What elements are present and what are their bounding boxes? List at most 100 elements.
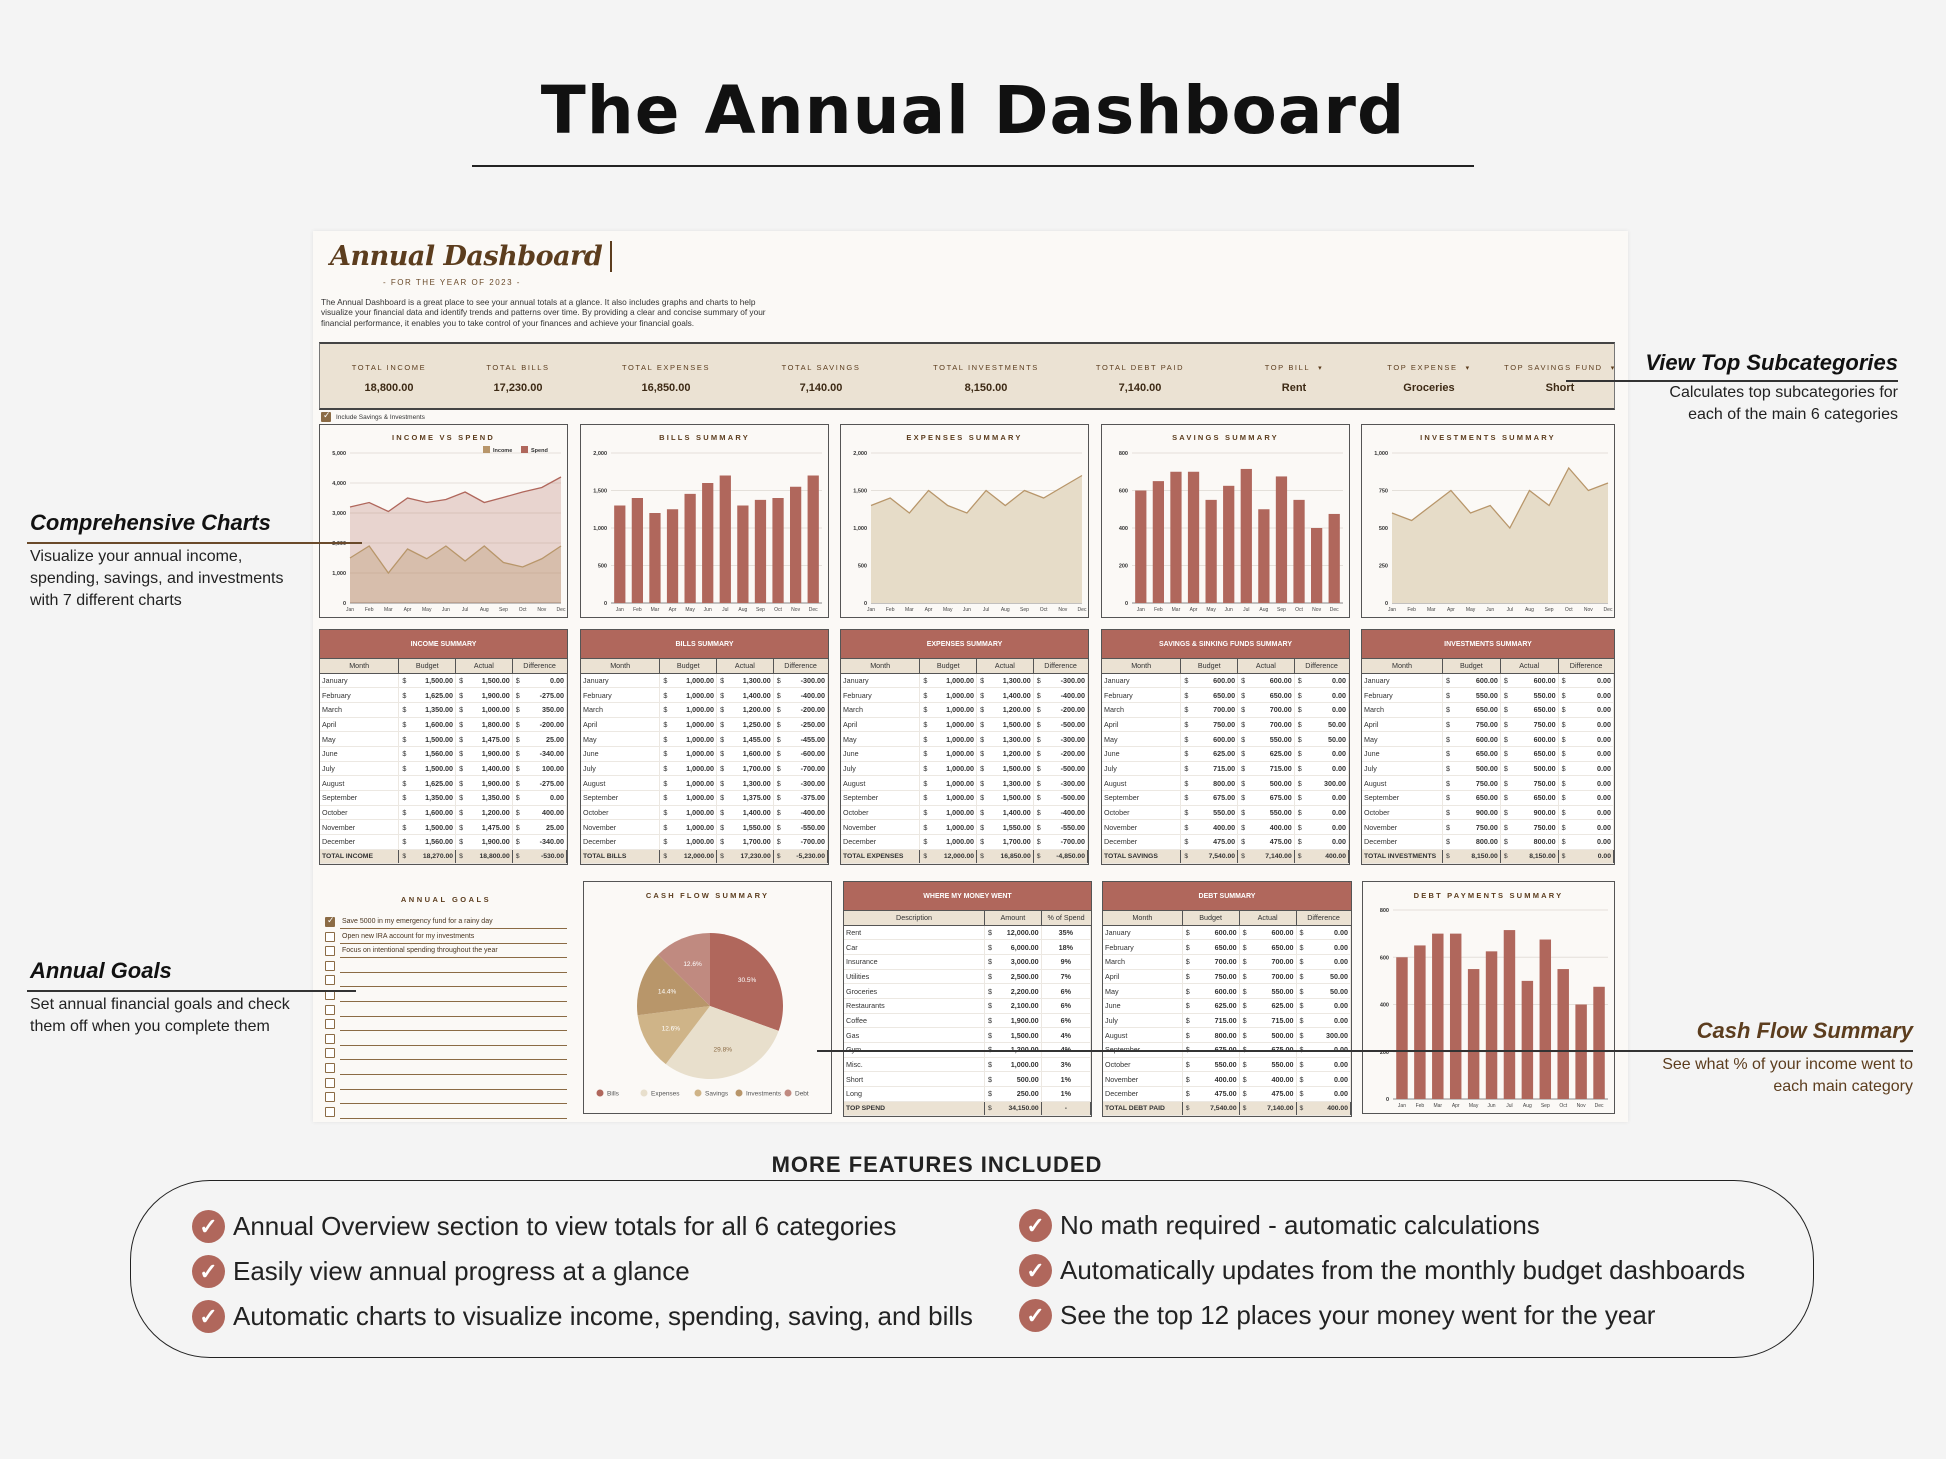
goal-item[interactable]: Focus on intentional spending throughout… — [325, 944, 567, 959]
column-header: Month — [1362, 659, 1443, 674]
goal-text-field[interactable] — [340, 1077, 567, 1090]
currency-symbol: $ — [1297, 690, 1302, 700]
goal-checkbox[interactable] — [325, 931, 335, 942]
currency-symbol: $ — [720, 734, 725, 744]
table-row: February $1,625.00 $1,900.00 $ -275.00 — [320, 687, 568, 703]
amount: 1,000.00 — [946, 793, 975, 803]
goal-checkbox[interactable] — [325, 1033, 335, 1044]
goal-item[interactable] — [325, 988, 567, 1002]
goal-item[interactable]: Open new IRA account for my investments — [325, 930, 567, 944]
goal-text-field[interactable] — [340, 1047, 567, 1061]
goal-item[interactable] — [325, 1003, 567, 1017]
column-header: Budget — [398, 659, 457, 674]
money-cell: $1,000.00 — [659, 687, 718, 703]
description-cell: Long — [844, 1086, 985, 1102]
money-cell: $0.00 — [1294, 805, 1350, 821]
goal-checkbox[interactable] — [325, 960, 335, 971]
goal-item[interactable] — [325, 1105, 567, 1119]
feature-item: ✓ Automatically updates from the monthly … — [1019, 1254, 1745, 1287]
goal-text-field[interactable] — [340, 989, 567, 1002]
bar-jul — [1240, 468, 1252, 603]
amount: 1,000.00 — [946, 778, 975, 788]
column-header: Difference — [1296, 911, 1351, 926]
goal-checkbox[interactable] — [325, 990, 335, 1000]
money-cell: $0.00 — [1294, 687, 1350, 703]
goal-text-field[interactable] — [340, 960, 567, 973]
currency-symbol: $ — [720, 675, 725, 685]
money-cell: $550.00 — [1180, 805, 1239, 821]
dropdown-arrow-icon[interactable]: ▾ — [1611, 365, 1616, 372]
goal-checkbox[interactable] — [325, 946, 335, 957]
money-cell: $1,200.00 — [455, 805, 513, 821]
money-cell: $0.00 — [1558, 687, 1615, 703]
goal-checkbox[interactable] — [325, 1106, 335, 1117]
money-cell: $ -400.00 — [1033, 805, 1089, 821]
month-cell: July — [320, 761, 400, 777]
goal-item[interactable]: Save 5000 in my emergency fund for a rai… — [325, 915, 567, 929]
goal-item[interactable] — [325, 1017, 567, 1032]
table-title: EXPENSES SUMMARY — [841, 630, 1088, 659]
money-cell: $1,900.00 — [455, 834, 513, 850]
goal-text-field[interactable]: Save 5000 in my emergency fund for a rai… — [340, 916, 567, 929]
currency-symbol: $ — [1561, 778, 1566, 788]
money-cell: $700.00 — [1237, 702, 1295, 718]
table-row: May $1,500.00 $1,475.00 $25.00 — [320, 731, 568, 747]
table-row: July $500.00 $500.00 $0.00 — [1362, 761, 1615, 777]
x-tick-label: Jan — [1137, 607, 1145, 613]
money-cell: $650.00 — [1500, 790, 1559, 806]
amount: 1,500.00 — [1002, 719, 1031, 729]
checkbox-icon[interactable] — [321, 410, 331, 422]
overview-top-savings-fund[interactable]: TOP SAVINGS FUND ▾ Short — [1504, 344, 1616, 408]
goal-checkbox[interactable] — [325, 1077, 335, 1088]
goal-text-field[interactable] — [340, 974, 567, 988]
goal-text-field[interactable] — [340, 1091, 567, 1105]
amount: 400.00 — [1213, 822, 1236, 832]
goal-text-field[interactable] — [340, 1033, 567, 1046]
overview-top-bill[interactable]: TOP BILL ▾ Rent — [1265, 344, 1324, 408]
goal-checkbox[interactable] — [325, 1004, 335, 1015]
amount: 650.00 — [1475, 705, 1498, 715]
goal-checkbox[interactable] — [325, 915, 335, 927]
goal-checkbox[interactable] — [325, 1048, 335, 1059]
column-header: Month — [1103, 911, 1183, 926]
goal-item[interactable] — [325, 973, 567, 988]
amount: -4,850.00 — [1056, 853, 1085, 861]
goal-item[interactable] — [325, 1090, 567, 1105]
goal-text-field[interactable] — [340, 1106, 567, 1119]
money-cell: $1,250.00 — [716, 717, 774, 733]
savings-chart-svg: 0 200 400 600 800 Jan Feb Mar Apr May Jun Jul Aug Sep… — [1119, 451, 1343, 613]
goal-checkbox[interactable] — [325, 1092, 335, 1103]
x-tick-label: Feb — [365, 607, 374, 613]
money-cell: $ -550.00 — [1033, 819, 1089, 836]
goal-item[interactable] — [325, 1046, 567, 1061]
money-cell: $800.00 — [1500, 834, 1559, 850]
goal-item[interactable] — [325, 1076, 567, 1090]
overview-top-expense[interactable]: TOP EXPENSE ▾ Groceries — [1387, 344, 1470, 408]
money-cell: $1,000.00 — [919, 761, 978, 777]
amount: 2,200.00 — [1010, 986, 1039, 996]
bar-may — [1205, 499, 1217, 603]
include-savings-toggle[interactable]: Include Savings & Investments — [321, 410, 425, 422]
currency-symbol: $ — [1241, 734, 1246, 744]
currency-symbol: $ — [1561, 734, 1566, 744]
dropdown-arrow-icon[interactable]: ▾ — [1318, 365, 1323, 372]
goal-item[interactable] — [325, 959, 567, 973]
month-cell: March — [1362, 702, 1443, 718]
goal-text-field[interactable] — [340, 1004, 567, 1017]
goal-item[interactable] — [325, 1061, 567, 1075]
goal-text-field[interactable] — [340, 1062, 567, 1075]
goal-text-field[interactable]: Open new IRA account for my investments — [340, 931, 567, 944]
goal-checkbox[interactable] — [325, 1019, 335, 1030]
goal-text-field[interactable] — [340, 1018, 567, 1032]
month-cell: April — [1362, 717, 1443, 733]
goal-item[interactable] — [325, 1032, 567, 1046]
dropdown-arrow-icon[interactable]: ▾ — [1466, 365, 1471, 372]
amount: 50.00 — [1328, 719, 1346, 729]
goal-text-field[interactable]: Focus on intentional spending throughout… — [340, 945, 567, 959]
x-tick-label: Apr — [669, 607, 677, 613]
currency-symbol: $ — [1503, 822, 1508, 832]
goal-checkbox[interactable] — [325, 975, 335, 986]
currency-symbol: $ — [663, 690, 668, 700]
pie-data-label: 30.5% — [738, 977, 757, 984]
goal-checkbox[interactable] — [325, 1063, 335, 1073]
